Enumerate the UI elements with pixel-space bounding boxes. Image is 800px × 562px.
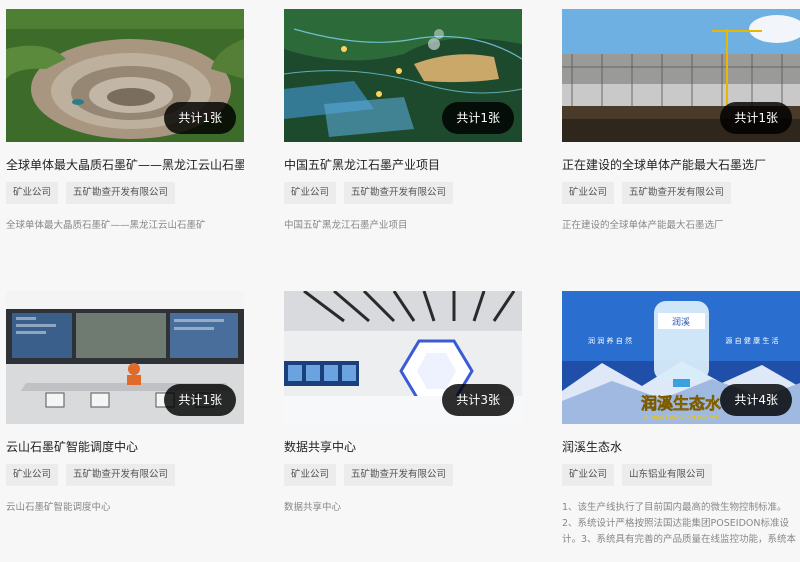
card-title[interactable]: 润溪生态水	[562, 439, 800, 455]
project-thumbnail[interactable]: 共计1张	[284, 9, 522, 142]
card-description: 1、该生产线执行了目前国内最高的微生物控制标准。2、系统设计严格按照法国达能集团…	[562, 502, 797, 545]
card-title[interactable]: 全球单体最大晶质石墨矿——黑龙江云山石墨矿	[6, 157, 244, 173]
project-thumbnail[interactable]: 共计1张	[6, 9, 244, 142]
card-title[interactable]: 云山石墨矿智能调度中心	[6, 439, 244, 455]
tag[interactable]: 五矿勘查开发有限公司	[622, 182, 732, 204]
project-card[interactable]: 共计3张 数据共享中心 矿业公司 五矿勘查开发有限公司 数据共享中心	[284, 291, 522, 516]
tag-list: 矿业公司 五矿勘查开发有限公司	[562, 182, 800, 204]
brand-name-en-text: Runxi Drinking Water	[644, 414, 720, 422]
image-count-badge: 共计1张	[442, 102, 514, 134]
tag[interactable]: 矿业公司	[562, 182, 615, 204]
project-card[interactable]: 润溪 润 润 养 自 然 源 自 健 康 生 活 润溪生态水 Runxi Dri…	[562, 291, 800, 548]
card-title[interactable]: 中国五矿黑龙江石墨产业项目	[284, 157, 522, 173]
card-description: 正在建设的全球单体产能最大石墨选厂	[562, 220, 724, 231]
project-card[interactable]: 共计1张 正在建设的全球单体产能最大石墨选厂 矿业公司 五矿勘查开发有限公司 正…	[562, 9, 800, 234]
tag[interactable]: 山东铝业有限公司	[622, 464, 713, 486]
tag[interactable]: 矿业公司	[562, 464, 615, 486]
project-thumbnail[interactable]: 共计1张	[562, 9, 800, 142]
tag[interactable]: 五矿勘查开发有限公司	[344, 182, 454, 204]
image-count-badge: 共计1张	[164, 384, 236, 416]
tag[interactable]: 矿业公司	[6, 182, 59, 204]
tag-list: 矿业公司 五矿勘查开发有限公司	[284, 182, 522, 204]
project-card[interactable]: 共计1张 全球单体最大晶质石墨矿——黑龙江云山石墨矿 矿业公司 五矿勘查开发有限…	[6, 9, 244, 234]
brand-name-cn-text: 润溪生态水	[641, 394, 722, 413]
card-description: 数据共享中心	[284, 502, 342, 513]
image-count-badge: 共计1张	[720, 102, 792, 134]
card-description: 云山石墨矿智能调度中心	[6, 502, 111, 513]
project-thumbnail[interactable]: 润溪 润 润 养 自 然 源 自 健 康 生 活 润溪生态水 Runxi Dri…	[562, 291, 800, 424]
image-count-badge: 共计4张	[720, 384, 792, 416]
card-title[interactable]: 正在建设的全球单体产能最大石墨选厂	[562, 157, 800, 173]
image-count-badge: 共计1张	[164, 102, 236, 134]
slogan-left-text: 润 润 养 自 然	[588, 336, 632, 345]
tag[interactable]: 五矿勘查开发有限公司	[66, 182, 176, 204]
bottle-label-text: 润溪	[672, 316, 690, 328]
project-card[interactable]: 共计1张 中国五矿黑龙江石墨产业项目 矿业公司 五矿勘查开发有限公司 中国五矿黑…	[284, 9, 522, 234]
project-card[interactable]: 共计1张 云山石墨矿智能调度中心 矿业公司 五矿勘查开发有限公司 云山石墨矿智能…	[6, 291, 244, 516]
tag[interactable]: 矿业公司	[284, 182, 337, 204]
card-description: 中国五矿黑龙江石墨产业项目	[284, 220, 408, 231]
tag-list: 矿业公司 五矿勘查开发有限公司	[284, 464, 522, 486]
tag[interactable]: 矿业公司	[6, 464, 59, 486]
tag-list: 矿业公司 五矿勘查开发有限公司	[6, 464, 244, 486]
tag[interactable]: 五矿勘查开发有限公司	[344, 464, 454, 486]
project-thumbnail[interactable]: 共计1张	[6, 291, 244, 424]
tag[interactable]: 五矿勘查开发有限公司	[66, 464, 176, 486]
card-title[interactable]: 数据共享中心	[284, 439, 522, 455]
project-thumbnail[interactable]: 共计3张	[284, 291, 522, 424]
image-count-badge: 共计3张	[442, 384, 514, 416]
card-description: 全球单体最大晶质石墨矿——黑龙江云山石墨矿	[6, 220, 206, 231]
tag-list: 矿业公司 五矿勘查开发有限公司	[6, 182, 244, 204]
tag[interactable]: 矿业公司	[284, 464, 337, 486]
tag-list: 矿业公司 山东铝业有限公司	[562, 464, 800, 486]
slogan-right-text: 源 自 健 康 生 活	[725, 336, 778, 345]
